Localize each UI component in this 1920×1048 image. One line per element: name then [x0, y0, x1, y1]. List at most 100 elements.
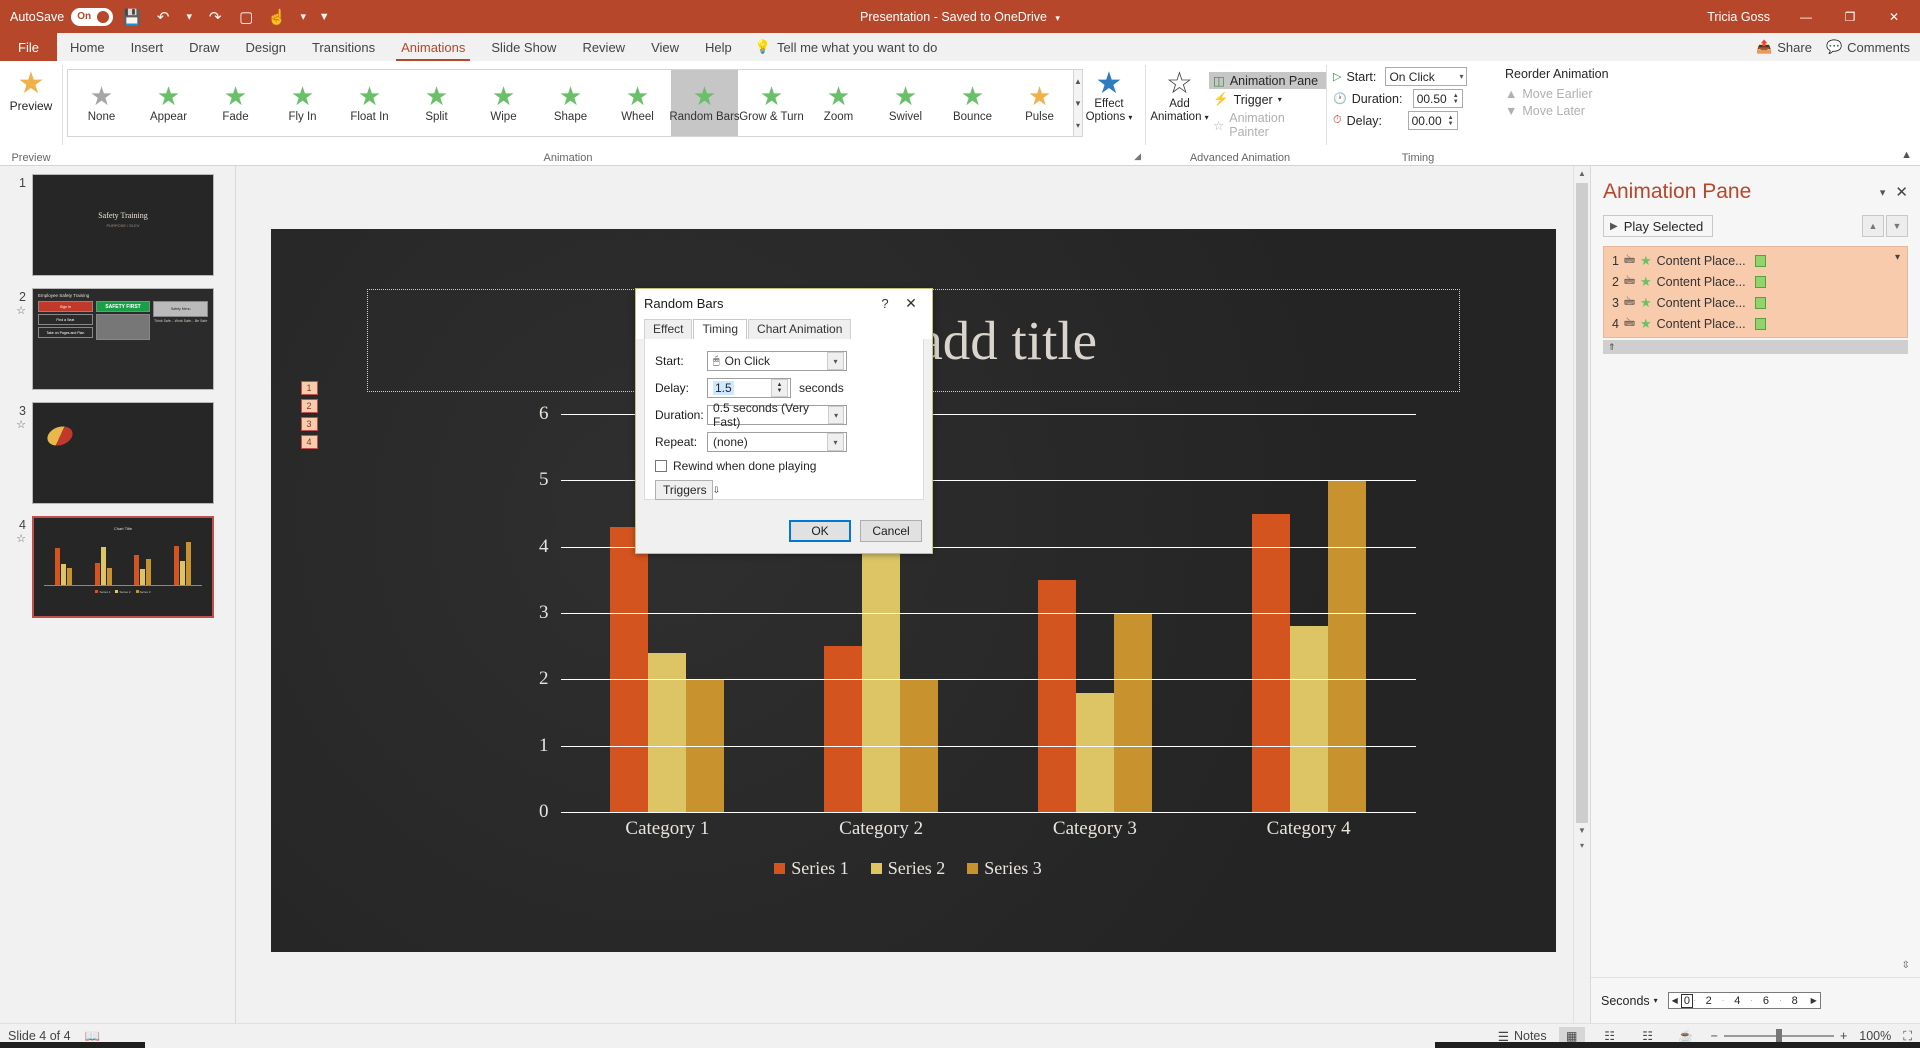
tab-slide-show[interactable]: Slide Show — [478, 33, 569, 61]
tab-review[interactable]: Review — [569, 33, 638, 61]
timeline-scroll-right-icon[interactable]: ▶ — [1808, 996, 1820, 1005]
animation-dialog-launcher[interactable]: ◢ — [1134, 151, 1141, 162]
zoom-in-icon[interactable]: + — [1840, 1029, 1847, 1043]
cancel-button[interactable]: Cancel — [860, 520, 922, 542]
touch-dropdown-icon[interactable]: ▾ — [296, 5, 310, 29]
animation-timeline-bar[interactable] — [1754, 254, 1766, 267]
animation-timeline-bar[interactable] — [1754, 317, 1766, 330]
animation-gallery[interactable]: ★ None ★ Appear ★ Fade ★ Fly In ★ Float In ★ Split ★… — [67, 69, 1074, 137]
close-button[interactable]: ✕ — [1872, 0, 1916, 33]
animation-item-random-bars[interactable]: ★ Random Bars — [669, 70, 740, 136]
dialog-close-icon[interactable]: ✕ — [898, 295, 924, 312]
tab-animations[interactable]: Animations — [388, 33, 478, 61]
animation-item-bounce[interactable]: ★ Bounce — [939, 70, 1006, 136]
animation-item-shape[interactable]: ★ Shape — [537, 70, 604, 136]
slide-thumbnail-3[interactable]: 3 ☆ — [0, 402, 235, 516]
animation-item-wipe[interactable]: ★ Wipe — [470, 70, 537, 136]
tab-design[interactable]: Design — [233, 33, 299, 61]
spinner-icon[interactable]: ▲ ▼ — [1453, 93, 1459, 105]
pane-options-caret-icon[interactable]: ▾ — [1870, 186, 1896, 199]
canvas-vertical-scrollbar[interactable]: ▲ ▼ ▾ — [1573, 166, 1590, 1023]
animation-timeline-bar[interactable] — [1754, 275, 1766, 288]
slide-thumbnail-2[interactable]: 2 ☆ Employee Safety Training Sign In Fin… — [0, 288, 235, 402]
chevron-down-icon[interactable]: ▾ — [827, 352, 844, 370]
zoom-out-icon[interactable]: − — [1711, 1029, 1718, 1043]
touch-mode-icon[interactable]: ☝ — [265, 5, 289, 29]
zoom-slider[interactable]: − + — [1711, 1029, 1847, 1043]
animation-order-tag[interactable]: 4 — [300, 435, 318, 449]
share-button[interactable]: 📤 Share — [1756, 39, 1812, 55]
seconds-dropdown[interactable]: Seconds ▾ — [1601, 994, 1658, 1008]
scroll-up-icon[interactable]: ▲ — [1578, 166, 1586, 181]
animation-timeline[interactable]: ◀ 0 · 2 · 4 · 6 · 8 ▶ — [1667, 992, 1821, 1009]
animation-list[interactable]: ▾ 1 🖮 ★ Content Place... 2 🖮 ★ Content Place...… — [1603, 246, 1908, 338]
autosave-toggle[interactable]: On — [71, 7, 114, 26]
restore-button[interactable]: ❐ — [1828, 0, 1872, 33]
preview-button[interactable]: ★ Preview — [3, 64, 59, 114]
next-slide-icon[interactable]: ▾ — [1580, 838, 1584, 853]
dialog-repeat-combo[interactable]: (none) ▾ — [707, 432, 847, 452]
animation-item-zoom[interactable]: ★ Zoom — [805, 70, 872, 136]
animation-item-wheel[interactable]: ★ Wheel — [604, 70, 671, 136]
start-from-beginning-icon[interactable]: ▢ — [234, 5, 258, 29]
minimize-button[interactable]: — — [1784, 0, 1828, 33]
tell-me-box[interactable]: 💡 Tell me what you want to do — [745, 33, 948, 61]
dialog-start-combo[interactable]: 🖱 On Click ▾ — [707, 351, 847, 371]
tab-effect[interactable]: Effect — [644, 319, 693, 339]
ok-button[interactable]: OK — [789, 520, 851, 542]
animation-list-item[interactable]: 2 🖮 ★ Content Place... — [1604, 271, 1907, 292]
animation-item-split[interactable]: ★ Split — [403, 70, 470, 136]
animation-item-fade[interactable]: ★ Fade — [202, 70, 269, 136]
random-bars-dialog[interactable]: Random Bars ? ✕ Effect Timing Chart Anim… — [635, 288, 933, 554]
timing-start-combo[interactable]: On Click ▾ — [1385, 67, 1468, 86]
tab-view[interactable]: View — [638, 33, 692, 61]
document-title-caret[interactable]: ▾ — [1055, 13, 1060, 23]
animation-item-appear[interactable]: ★ Appear — [135, 70, 202, 136]
effect-options-button[interactable]: ★ Effect Options ▾ — [1074, 64, 1144, 124]
add-animation-button[interactable]: ☆ Add Animation ▾ — [1150, 64, 1209, 165]
tab-chart-animation[interactable]: Chart Animation — [748, 319, 852, 339]
save-icon[interactable]: 💾 — [120, 5, 144, 29]
animation-item-caret-icon[interactable]: ▾ — [1895, 252, 1900, 263]
move-down-button[interactable]: ▼ — [1886, 215, 1908, 237]
dialog-help-icon[interactable]: ? — [872, 296, 898, 311]
tab-help[interactable]: Help — [692, 33, 745, 61]
animation-list-collapse[interactable]: ⇑ — [1603, 340, 1908, 354]
animation-order-tag[interactable]: 1 — [300, 381, 318, 395]
animation-pane-button[interactable]: ◫ Animation Pane — [1209, 72, 1326, 89]
animation-item-float-in[interactable]: ★ Float In — [336, 70, 403, 136]
animation-timeline-bar[interactable] — [1754, 296, 1766, 309]
scrollbar-thumb[interactable] — [1576, 183, 1588, 823]
animation-item-grow-turn[interactable]: ★ Grow & Turn — [738, 70, 805, 136]
animation-item-none[interactable]: ★ None — [68, 70, 135, 136]
chevron-down-icon[interactable]: ▾ — [827, 433, 844, 451]
collapse-ribbon-icon[interactable]: ▲ — [1901, 149, 1912, 161]
animation-order-tag[interactable]: 3 — [300, 417, 318, 431]
timing-duration-spinner[interactable]: 00.50 ▲ ▼ — [1412, 89, 1463, 108]
animation-order-tag[interactable]: 2 — [300, 399, 318, 413]
pane-close-icon[interactable]: ✕ — [1895, 183, 1908, 201]
timing-delay-spinner[interactable]: 00.00 ▲ ▼ — [1407, 111, 1458, 130]
spinner-icon[interactable]: ▲ ▼ — [1448, 115, 1454, 127]
spinner-icon[interactable]: ▲ ▼ — [771, 379, 788, 397]
undo-icon[interactable]: ↶ — [151, 5, 175, 29]
chevron-down-icon[interactable]: ▾ — [828, 406, 844, 424]
tab-draw[interactable]: Draw — [176, 33, 232, 61]
tab-home[interactable]: Home — [57, 33, 118, 61]
user-account[interactable]: Tricia Goss — [1707, 10, 1770, 24]
rewind-checkbox[interactable] — [655, 460, 667, 472]
zoom-track[interactable] — [1723, 1029, 1834, 1042]
slide-thumbnail-pane[interactable]: 1 Safety Training PURPOSE / ELEV 2 ☆ Emp… — [0, 166, 236, 1023]
animation-item-pulse[interactable]: ★ Pulse — [1006, 70, 1073, 136]
pane-scroll-icon[interactable]: ⇳ — [1902, 960, 1910, 971]
animation-list-item[interactable]: 1 🖮 ★ Content Place... — [1604, 250, 1907, 271]
animation-list-item[interactable]: 4 🖮 ★ Content Place... — [1604, 313, 1907, 334]
tab-timing[interactable]: Timing — [693, 319, 748, 340]
tab-insert[interactable]: Insert — [118, 33, 177, 61]
animation-item-fly-in[interactable]: ★ Fly In — [269, 70, 336, 136]
animation-order-tags[interactable]: 1 2 3 4 — [300, 381, 318, 449]
move-up-button[interactable]: ▲ — [1862, 215, 1884, 237]
dialog-duration-combo[interactable]: 0.5 seconds (Very Fast) ▾ — [707, 401, 847, 429]
play-selected-button[interactable]: ▶ Play Selected — [1603, 215, 1714, 237]
redo-icon[interactable]: ↷ — [203, 5, 227, 29]
